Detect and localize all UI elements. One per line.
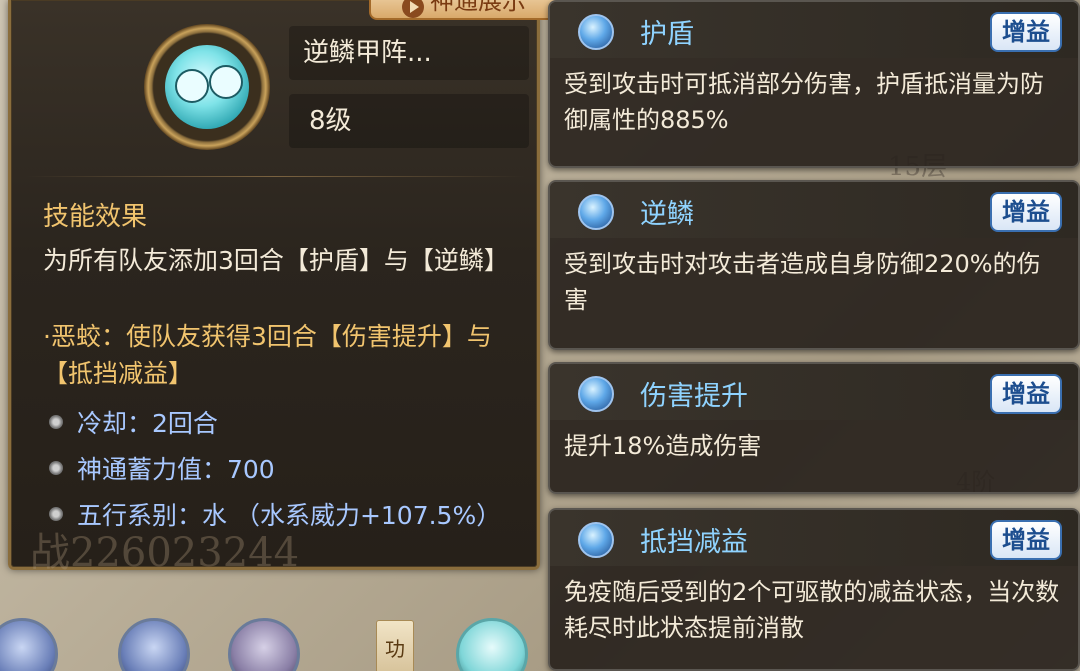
buff-name: 抵挡减益 <box>640 527 748 558</box>
skill-level: 8级 <box>289 94 529 148</box>
gong-tag[interactable]: 功 <box>376 620 414 671</box>
buff-badge: 增益 <box>990 374 1062 414</box>
skill-name: 逆鳞甲阵... <box>289 26 529 80</box>
stat-cooldown: 冷却：2回合 <box>49 404 218 440</box>
scale-icon <box>578 194 614 230</box>
stat-charge-label: 神通蓄力值：700 <box>77 455 275 484</box>
buff-badge: 增益 <box>990 12 1062 52</box>
bullet-icon <box>49 415 63 429</box>
effect-title: 技能效果 <box>43 202 148 232</box>
bullet-icon <box>49 461 63 475</box>
ward-icon <box>578 522 614 558</box>
shield-icon <box>578 14 614 50</box>
skill-orb-1[interactable] <box>0 618 58 671</box>
buff-name: 护盾 <box>640 19 694 50</box>
buff-description: 受到攻击时对攻击者造成自身防御220%的伤害 <box>564 250 1041 314</box>
buff-card-shield: 护盾 增益 受到攻击时可抵消部分伤害，护盾抵消量为防御属性的885% <box>548 0 1080 168</box>
dragon-shield-icon <box>165 45 249 129</box>
buff-name: 逆鳞 <box>640 199 694 230</box>
buff-card-debuff-block: 抵挡减益 增益 免疫随后受到的2个可驱散的减益状态，当次数耗尽时此状态提前消散 <box>548 508 1080 671</box>
buff-description: 提升18%造成伤害 <box>564 432 762 460</box>
buff-header: 逆鳞 增益 <box>550 182 1078 238</box>
bullet-icon <box>49 507 63 521</box>
buff-badge: 增益 <box>990 192 1062 232</box>
buff-description: 受到攻击时可抵消部分伤害，护盾抵消量为防御属性的885% <box>564 70 1044 134</box>
buff-header: 伤害提升 增益 <box>550 364 1078 420</box>
bottom-skill-bar: 功 <box>0 600 560 671</box>
skill-showcase-label: 神通展示 <box>430 0 526 15</box>
stat-charge: 神通蓄力值：700 <box>49 450 275 486</box>
effect-description: 为所有队友添加3回合【护盾】与【逆鳞】 <box>43 246 509 275</box>
buff-card-reverse-scale: 逆鳞 增益 受到攻击时对攻击者造成自身防御220%的伤害 <box>548 180 1080 350</box>
skill-showcase-tab[interactable]: 神通展示 <box>369 0 559 20</box>
stat-cooldown-label: 冷却：2回合 <box>77 409 218 438</box>
buff-header: 抵挡减益 增益 <box>550 510 1078 566</box>
buff-header: 护盾 增益 <box>550 2 1078 58</box>
skill-icon-frame <box>144 24 270 150</box>
buff-name: 伤害提升 <box>640 381 748 412</box>
buff-description: 免疫随后受到的2个可驱散的减益状态，当次数耗尽时此状态提前消散 <box>564 578 1060 642</box>
buff-card-damage-up: 伤害提升 增益 提升18%造成伤害 <box>548 362 1080 494</box>
play-icon <box>402 0 424 18</box>
skill-detail-panel: 神通展示 逆鳞甲阵... 8级 技能效果 为所有队友添加3回合【护盾】与【逆鳞】… <box>8 0 559 570</box>
panel-divider <box>25 176 525 177</box>
stat-element-label: 五行系别：水 （水系威力+107.5%） <box>77 501 502 530</box>
effect-sub-description: ·恶蛟：使队友获得3回合【伤害提升】与【抵挡减益】 <box>43 322 492 388</box>
skill-orb-3[interactable] <box>228 618 300 671</box>
stat-element: 五行系别：水 （水系威力+107.5%） <box>49 496 501 532</box>
sword-icon <box>578 376 614 412</box>
buff-badge: 增益 <box>990 520 1062 560</box>
skill-orb-4[interactable] <box>456 618 528 671</box>
skill-orb-2[interactable] <box>118 618 190 671</box>
